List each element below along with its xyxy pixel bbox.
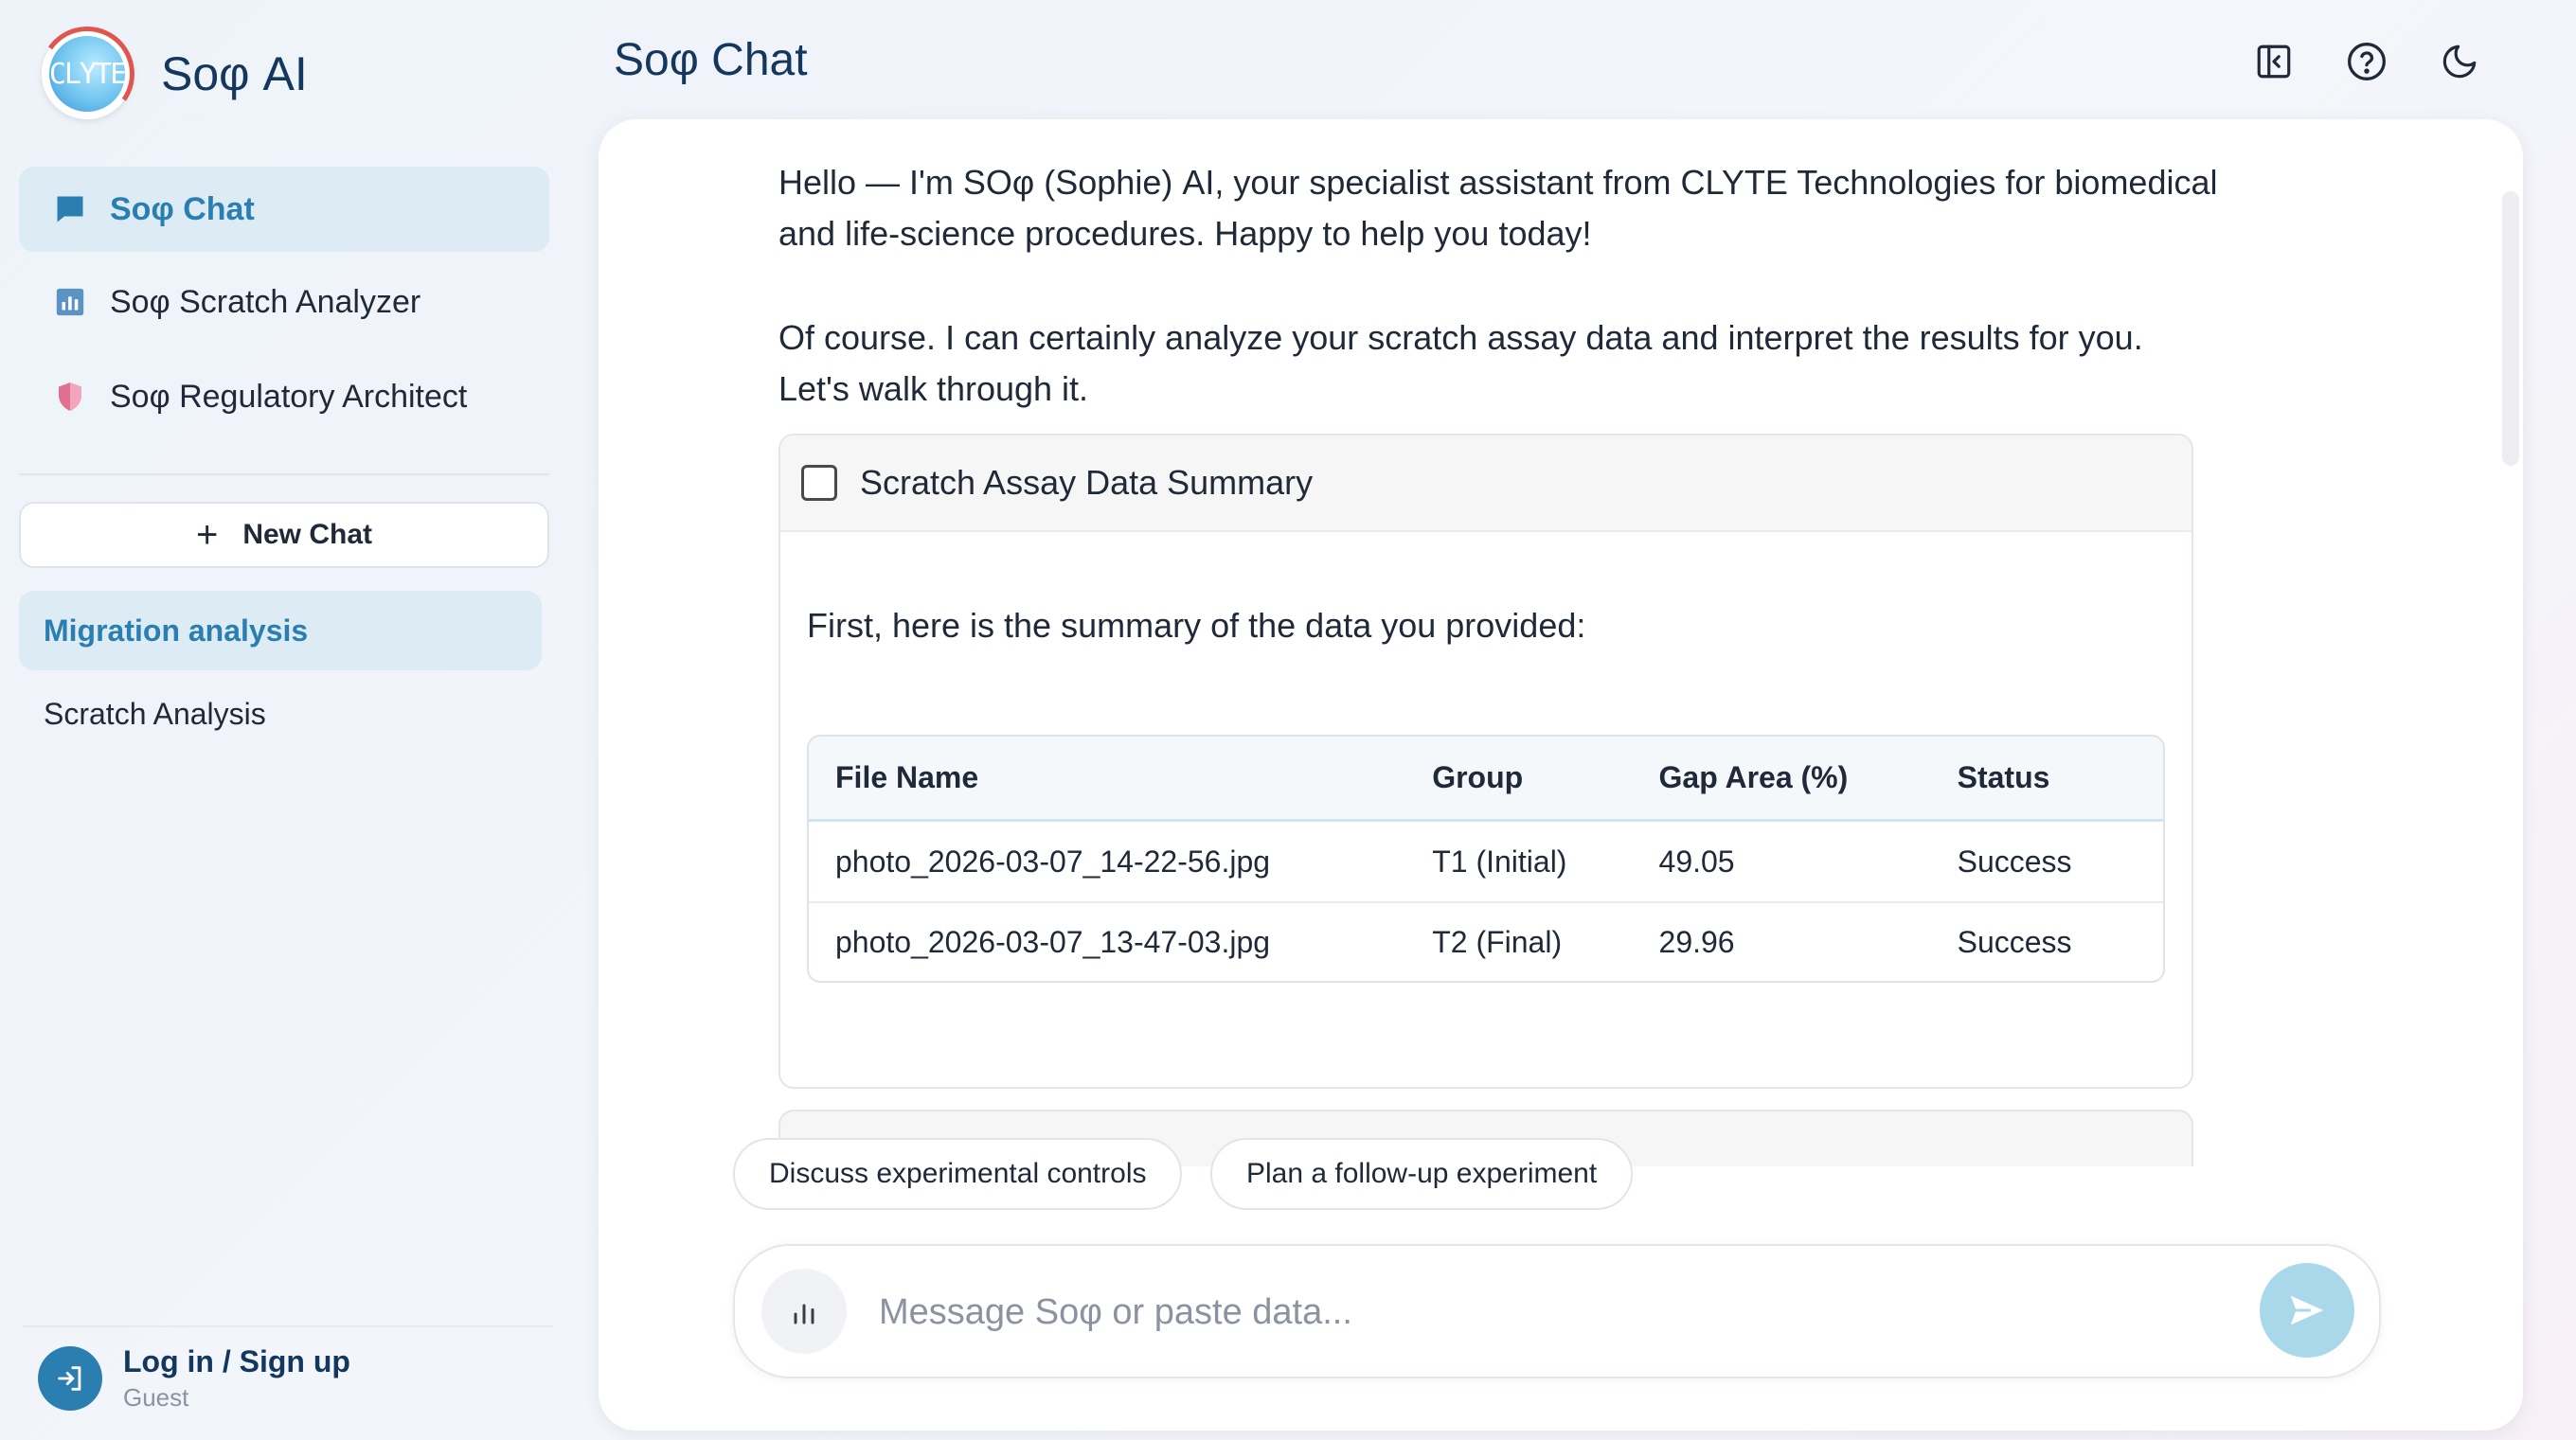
login-title: Log in / Sign up xyxy=(123,1344,350,1378)
plus-icon: + xyxy=(195,514,219,556)
suggestion-chip-experimental-controls[interactable]: Discuss experimental controls xyxy=(733,1138,1183,1210)
send-icon xyxy=(2290,1295,2324,1325)
cell-gap-area: 29.96 xyxy=(1658,924,1735,959)
nav-item-regulatory-architect[interactable]: Soφ Regulatory Architect xyxy=(19,354,549,439)
brand-logo: CLYTE xyxy=(32,19,142,129)
chat-bubble-icon xyxy=(51,190,89,228)
nav-item-label: Soφ Regulatory Architect xyxy=(110,378,468,415)
send-button[interactable] xyxy=(2260,1263,2354,1358)
summary-card: Scratch Assay Data Summary First, here i… xyxy=(778,434,2193,1089)
nav-item-label: Soφ Chat xyxy=(110,190,255,227)
nav-item-chat[interactable]: Soφ Chat xyxy=(19,167,549,252)
collapse-sidebar-icon[interactable] xyxy=(2250,38,2298,85)
cell-gap-area: 49.05 xyxy=(1658,844,1735,879)
cell-status: Success xyxy=(1957,844,2072,879)
login-button[interactable]: Log in / Sign up Guest xyxy=(23,1325,553,1430)
shield-icon xyxy=(51,378,89,416)
nav-item-scratch-analyzer[interactable]: Soφ Scratch Analyzer xyxy=(19,259,549,345)
login-subtitle: Guest xyxy=(123,1383,189,1412)
message-input[interactable] xyxy=(879,1274,2205,1350)
assistant-reply: Of course. I can certainly analyze your … xyxy=(778,318,2143,408)
page-title: Soφ Chat xyxy=(614,35,808,85)
summary-card-header[interactable]: Scratch Assay Data Summary xyxy=(780,436,2191,532)
new-chat-button[interactable]: + New Chat xyxy=(19,502,549,568)
sidebar: CLYTE Soφ AI Soφ Chat Soφ Scratch Analyz… xyxy=(0,0,568,1440)
cell-status: Success xyxy=(1957,924,2072,959)
column-header-status: Status xyxy=(1957,760,2050,794)
cell-file-name: photo_2026-03-07_13-47-03.jpg xyxy=(835,924,1271,959)
dark-mode-icon[interactable] xyxy=(2436,38,2483,85)
history-item-label: Scratch Analysis xyxy=(44,696,266,731)
help-icon[interactable] xyxy=(2343,38,2390,85)
message-composer xyxy=(733,1244,2381,1378)
cell-group: T2 (Final) xyxy=(1432,924,1563,959)
column-header-file-name: File Name xyxy=(835,760,979,794)
column-header-gap-area: Gap Area (%) xyxy=(1658,760,1849,794)
login-icon xyxy=(38,1346,102,1411)
sidebar-divider xyxy=(19,473,549,475)
new-chat-label: New Chat xyxy=(242,519,373,550)
nav-item-label: Soφ Scratch Analyzer xyxy=(110,283,421,320)
history-item-scratch-analysis[interactable]: Scratch Analysis xyxy=(19,674,542,754)
bar-chart-icon xyxy=(51,283,89,321)
summary-table: File Name Group Gap Area (%) Status phot… xyxy=(807,735,2165,983)
table-header-row: File Name Group Gap Area (%) Status xyxy=(809,737,2163,822)
suggestion-chip-follow-up-experiment[interactable]: Plan a follow-up experiment xyxy=(1210,1138,1634,1210)
history-item-migration-analysis[interactable]: Migration analysis xyxy=(19,591,542,670)
brand: CLYTE Soφ AI xyxy=(32,19,308,129)
column-header-group: Group xyxy=(1432,760,1524,794)
cell-file-name: photo_2026-03-07_14-22-56.jpg xyxy=(835,844,1271,879)
assistant-greeting: Hello — I'm SOφ (Sophie) AI, your specia… xyxy=(778,163,2218,253)
table-row: photo_2026-03-07_13-47-03.jpg T2 (Final)… xyxy=(809,901,2163,981)
history-item-label: Migration analysis xyxy=(44,613,309,648)
scrollbar[interactable] xyxy=(2502,191,2519,466)
summary-checkbox[interactable] xyxy=(801,465,837,501)
cell-group: T1 (Initial) xyxy=(1432,844,1567,879)
chat-panel: Hello — I'm SOφ (Sophie) AI, your specia… xyxy=(599,119,2523,1431)
summary-card-title: Scratch Assay Data Summary xyxy=(860,463,1314,502)
summary-intro: First, here is the summary of the data y… xyxy=(807,606,1586,645)
table-row: photo_2026-03-07_14-22-56.jpg T1 (Initia… xyxy=(809,822,2163,901)
data-chart-icon[interactable] xyxy=(761,1269,847,1354)
brand-name: Soφ AI xyxy=(161,47,308,100)
